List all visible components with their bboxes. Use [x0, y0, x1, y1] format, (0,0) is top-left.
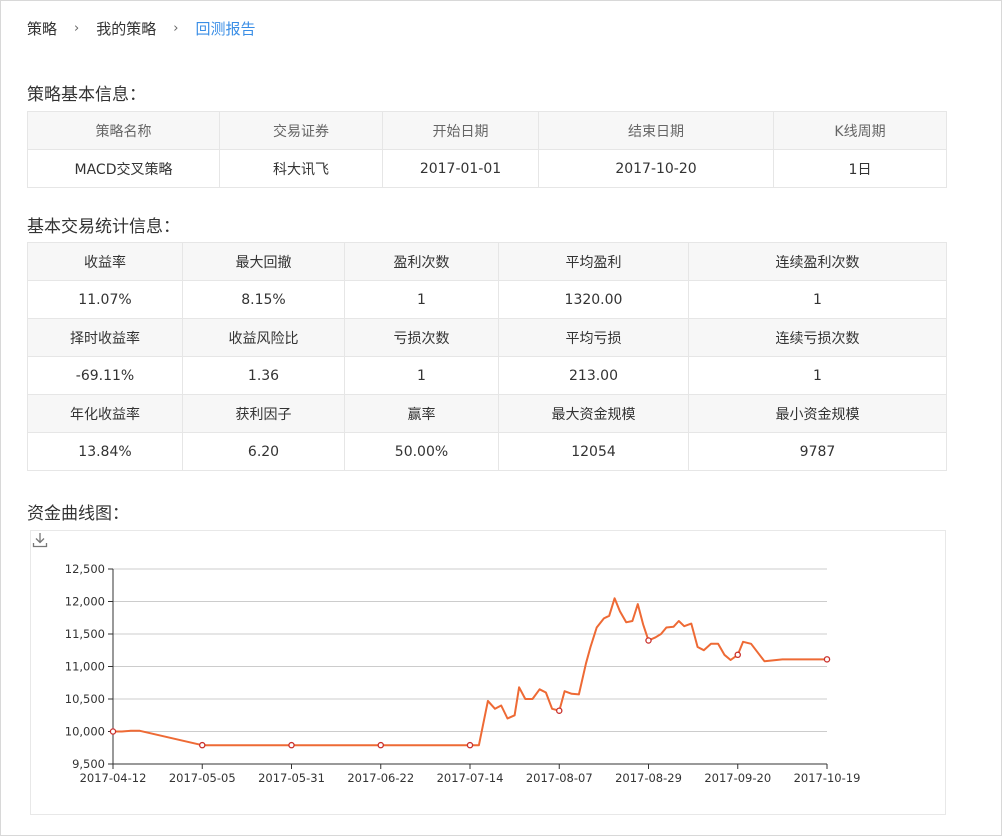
table-cell: 9787: [688, 432, 947, 471]
chart-svg: 9,500 10,000 10,500 11,000 11,500 12,000 12,50…: [65, 562, 861, 785]
table-cell: MACD交叉策略: [27, 149, 220, 188]
table-cell: 13.84%: [27, 432, 183, 471]
y-tick-label: 11,000: [65, 660, 105, 674]
table-header: 连续盈利次数: [688, 242, 947, 281]
table-header: 策略名称: [27, 111, 220, 150]
table-cell: 1.36: [182, 356, 345, 395]
table-cell: 11.07%: [27, 280, 183, 319]
stats-table: 收益率 最大回撤 盈利次数 平均盈利 连续盈利次数 11.07% 8.15% 1…: [27, 242, 947, 471]
table-header: 收益风险比: [182, 318, 345, 357]
x-tick-label: 2017-04-12: [80, 771, 147, 785]
series-line: [113, 597, 827, 747]
table-cell: 科大讯飞: [219, 149, 383, 188]
x-tick-label: 2017-06-22: [347, 771, 414, 785]
table-header: 赢率: [344, 394, 499, 433]
section-title-stats: 基本交易统计信息：: [27, 217, 180, 237]
table-cell: 1: [688, 356, 947, 395]
table-cell: 8.15%: [182, 280, 345, 319]
section-title-basic: 策略基本信息：: [27, 85, 146, 105]
table-header: 连续亏损次数: [688, 318, 947, 357]
table-cell: 50.00%: [344, 432, 499, 471]
data-point: [466, 741, 474, 749]
table-cell: 6.20: [182, 432, 345, 471]
data-point: [109, 728, 117, 735]
data-point: [288, 741, 295, 749]
table-cell: 213.00: [498, 356, 689, 395]
data-point: [556, 707, 563, 714]
chevron-right-icon: ›: [74, 20, 80, 36]
table-header: 最大资金规模: [498, 394, 689, 433]
table-header: 择时收益率: [27, 318, 183, 357]
y-tick-label: 9,500: [72, 757, 105, 771]
y-tick-label: 10,000: [65, 725, 105, 739]
basic-info-table: 策略名称 交易证券 开始日期 结束日期 K线周期 MACD交叉策略 科大讯飞 2…: [27, 111, 947, 188]
data-point: [734, 651, 742, 659]
table-cell: 1: [688, 280, 947, 319]
x-tick-label: 2017-08-07: [526, 771, 593, 785]
y-tick-label: 12,000: [65, 595, 105, 609]
table-cell: 1日: [773, 149, 947, 188]
table-header: 收益率: [27, 242, 183, 281]
table-header: 交易证券: [219, 111, 383, 150]
y-tick-label: 11,500: [65, 627, 105, 641]
breadcrumb-item-strategy[interactable]: 策略: [27, 18, 57, 39]
breadcrumb: 策略 › 我的策略 › 回测报告: [27, 17, 255, 39]
table-header: 平均亏损: [498, 318, 689, 357]
table-header: 结束日期: [538, 111, 774, 150]
table-header: 平均盈利: [498, 242, 689, 281]
data-point: [823, 656, 831, 663]
data-point: [377, 741, 384, 749]
breadcrumb-item-my-strategies[interactable]: 我的策略: [96, 18, 156, 39]
table-cell: 1: [344, 356, 499, 395]
y-tick-label: 12,500: [65, 562, 105, 576]
x-tick-label: 2017-09-20: [704, 771, 771, 785]
table-cell: 1: [344, 280, 499, 319]
table-cell: 1320.00: [498, 280, 689, 319]
table-cell: 2017-01-01: [382, 149, 539, 188]
table-cell: 12054: [498, 432, 689, 471]
table-cell: -69.11%: [27, 356, 183, 395]
x-tick-label: 2017-07-14: [437, 771, 504, 785]
y-tick-label: 10,500: [65, 692, 105, 706]
table-header: 亏损次数: [344, 318, 499, 357]
equity-curve-chart: 9,500 10,000 10,500 11,000 11,500 12,000 12,50…: [30, 530, 946, 815]
x-tick-label: 2017-05-05: [169, 771, 236, 785]
table-header: 盈利次数: [344, 242, 499, 281]
table-header: 最大回撤: [182, 242, 345, 281]
table-cell: 2017-10-20: [538, 149, 774, 188]
table-header: 获利因子: [182, 394, 345, 433]
table-header: 最小资金规模: [688, 394, 947, 433]
chevron-right-icon: ›: [173, 20, 179, 36]
x-tick-label: 2017-05-31: [258, 771, 325, 785]
table-header: 开始日期: [382, 111, 539, 150]
section-title-chart: 资金曲线图：: [27, 504, 129, 524]
x-tick-label: 2017-08-29: [615, 771, 682, 785]
data-point: [645, 637, 652, 644]
data-point: [198, 741, 206, 749]
breadcrumb-item-backtest-report[interactable]: 回测报告: [195, 18, 255, 39]
table-header: 年化收益率: [27, 394, 183, 433]
table-header: K线周期: [773, 111, 947, 150]
x-tick-label: 2017-10-19: [794, 771, 861, 785]
